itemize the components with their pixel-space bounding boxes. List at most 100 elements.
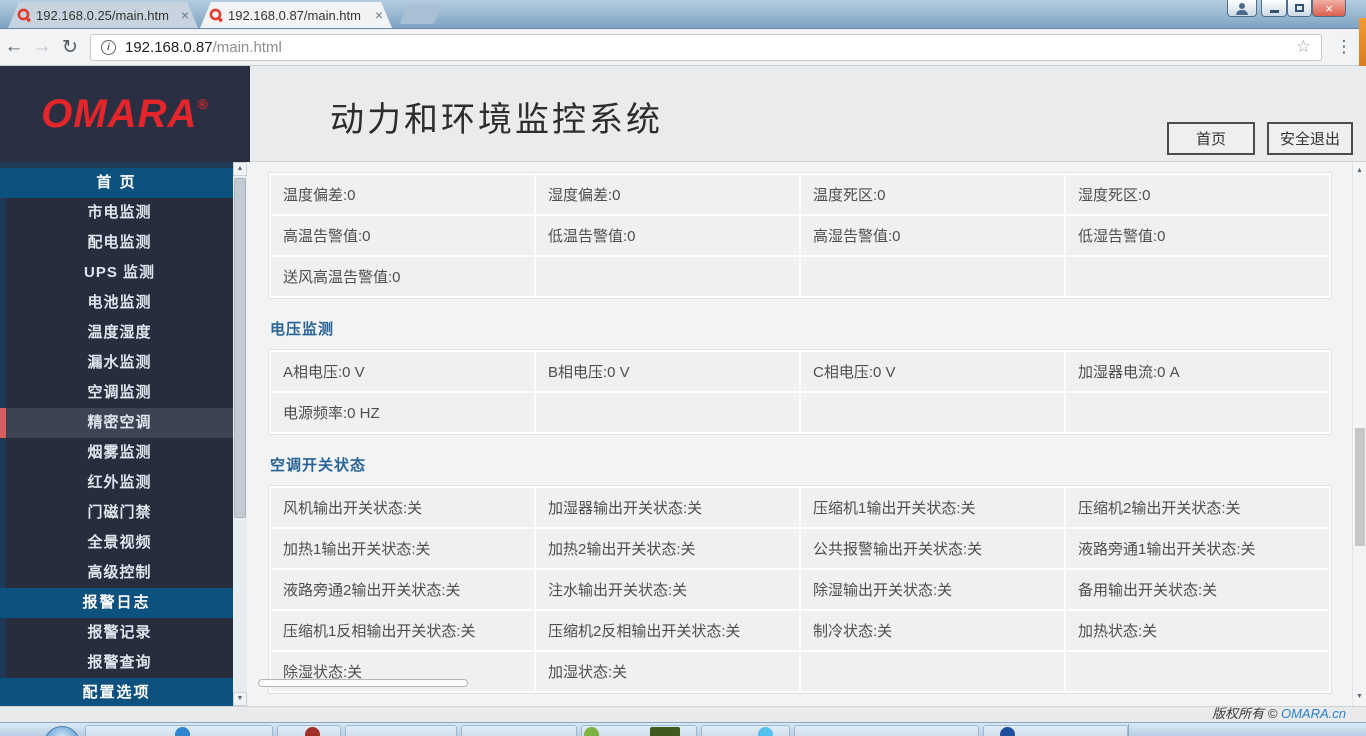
sidebar-scrollbar-thumb[interactable] — [234, 178, 246, 518]
sidebar-item-8[interactable]: 精密空调 — [6, 408, 233, 438]
minimize-button[interactable] — [1261, 0, 1287, 17]
sidebar-scrollbar[interactable]: ▲ ▼ — [233, 162, 247, 706]
sidebar-item-16[interactable]: 报警查询 — [6, 648, 233, 678]
maximize-icon — [1295, 4, 1304, 12]
table-cell: 压缩机2输出开关状态:关 — [1066, 488, 1329, 527]
footer: 版权所有 © OMARA.cn — [0, 706, 1366, 722]
sidebar-item-9[interactable]: 烟雾监测 — [6, 438, 233, 468]
scroll-down-icon[interactable]: ▼ — [233, 692, 247, 706]
table-cell — [801, 393, 1064, 432]
data-table-2: 风机输出开关状态:关加湿器输出开关状态:关压缩机1输出开关状态:关压缩机2输出开… — [268, 485, 1332, 694]
content-scrollbar-thumb[interactable] — [1355, 428, 1365, 546]
browser-tab-2-active[interactable]: 192.168.0.87/main.htm × — [200, 2, 392, 28]
table-cell: 湿度偏差:0 — [536, 175, 799, 214]
table-cell: 公共报警输出开关状态:关 — [801, 529, 1064, 568]
windows-taskbar — [0, 722, 1366, 736]
scroll-down-icon[interactable]: ▼ — [1353, 690, 1366, 704]
table-cell: 高湿告警值:0 — [801, 216, 1064, 255]
table-cell: 温度偏差:0 — [271, 175, 534, 214]
page-title: 动力和环境监控系统 — [330, 92, 663, 141]
sidebar-item-3[interactable]: UPS 监测 — [6, 258, 233, 288]
section-title-2: 空调开关状态 — [270, 454, 1332, 475]
table-cell: 加湿器电流:0 A — [1066, 352, 1329, 391]
browser-tab-1[interactable]: 192.168.0.25/main.htm × — [8, 2, 198, 28]
tab-close-icon[interactable]: × — [375, 8, 383, 22]
brand-link[interactable]: OMARA.cn — [1281, 706, 1346, 721]
scroll-up-icon[interactable]: ▲ — [233, 162, 247, 176]
profile-button[interactable] — [1227, 0, 1257, 17]
home-button[interactable]: 首页 — [1167, 122, 1255, 155]
sidebar-section-17[interactable]: 配置选项 — [0, 678, 233, 706]
address-bar[interactable]: i 192.168.0.87 /main.html ☆ — [90, 34, 1322, 61]
omara-favicon-icon — [209, 8, 224, 23]
start-button[interactable] — [44, 726, 80, 736]
taskbar-app-icon-dark-green[interactable] — [650, 727, 680, 736]
table-cell — [801, 652, 1064, 691]
url-path: /main.html — [213, 39, 282, 56]
back-button[interactable]: ← — [0, 36, 28, 58]
reload-button[interactable]: ↻ — [56, 36, 84, 59]
sidebar-item-12[interactable]: 全景视频 — [6, 528, 233, 558]
table-cell — [536, 393, 799, 432]
omara-logo: OMARA® — [41, 92, 208, 137]
site-info-icon[interactable]: i — [101, 40, 116, 55]
close-window-button[interactable]: × — [1312, 0, 1346, 17]
table-cell: A相电压:0 V — [271, 352, 534, 391]
sidebar-item-11[interactable]: 门磁门禁 — [6, 498, 233, 528]
omara-favicon-icon — [17, 8, 32, 23]
sidebar-item-4[interactable]: 电池监测 — [6, 288, 233, 318]
tab-title: 192.168.0.87/main.htm — [228, 8, 371, 23]
sidebar-item-10[interactable]: 红外监测 — [6, 468, 233, 498]
table-cell: 湿度死区:0 — [1066, 175, 1329, 214]
table-cell: 压缩机1反相输出开关状态:关 — [271, 611, 534, 650]
table-cell — [1066, 257, 1329, 296]
sidebar-nav: 首 页市电监测配电监测UPS 监测电池监测温度湿度漏水监测空调监测精密空调烟雾监… — [0, 162, 233, 706]
sidebar-item-15[interactable]: 报警记录 — [6, 618, 233, 648]
taskbar-app-icon-green[interactable] — [584, 727, 599, 736]
table-cell: 压缩机2反相输出开关状态:关 — [536, 611, 799, 650]
tab-title: 192.168.0.25/main.htm — [36, 8, 177, 23]
logo-block: OMARA® — [0, 66, 250, 162]
content-scrollbar[interactable]: ▲ ▼ — [1352, 162, 1366, 706]
taskbar-app-icon-light-blue[interactable] — [758, 727, 773, 736]
data-table-1: A相电压:0 VB相电压:0 VC相电压:0 V加湿器电流:0 A电源频率:0 … — [268, 349, 1332, 435]
sidebar-item-2[interactable]: 配电监测 — [6, 228, 233, 258]
sidebar-item-1[interactable]: 市电监测 — [6, 198, 233, 228]
registered-mark: ® — [197, 96, 208, 112]
browser-toolbar: ← → ↻ i 192.168.0.87 /main.html ☆ ⋮ — [0, 29, 1366, 66]
taskbar-app-button[interactable] — [345, 725, 457, 736]
taskbar-app-icon-navy[interactable] — [1000, 727, 1015, 736]
minimize-icon — [1270, 10, 1279, 13]
url-host: 192.168.0.87 — [125, 39, 213, 56]
new-tab-button[interactable] — [400, 5, 442, 24]
sidebar-item-5[interactable]: 温度湿度 — [6, 318, 233, 348]
sidebar-section-0[interactable]: 首 页 — [0, 168, 233, 198]
table-cell: 温度死区:0 — [801, 175, 1064, 214]
table-cell: B相电压:0 V — [536, 352, 799, 391]
taskbar-app-button[interactable] — [461, 725, 577, 736]
table-cell: 送风高温告警值:0 — [271, 257, 534, 296]
scroll-up-icon[interactable]: ▲ — [1353, 164, 1366, 178]
sidebar-section-14[interactable]: 报警日志 — [0, 588, 233, 618]
table-cell — [536, 257, 799, 296]
taskbar-app-button[interactable] — [701, 725, 790, 736]
horizontal-scrollbar[interactable] — [258, 679, 468, 687]
taskbar-app-button[interactable] — [794, 725, 979, 736]
sidebar-item-7[interactable]: 空调监测 — [6, 378, 233, 408]
table-cell: 制冷状态:关 — [801, 611, 1064, 650]
table-cell — [801, 257, 1064, 296]
table-cell — [1066, 393, 1329, 432]
sidebar-item-13[interactable]: 高级控制 — [6, 558, 233, 588]
tab-close-icon[interactable]: × — [181, 8, 189, 22]
table-cell: 加热1输出开关状态:关 — [271, 529, 534, 568]
table-cell: 加湿器输出开关状态:关 — [536, 488, 799, 527]
bookmark-star-icon[interactable]: ☆ — [1296, 37, 1311, 57]
taskbar-app-icon-blue[interactable] — [175, 727, 190, 736]
logout-button[interactable]: 安全退出 — [1267, 122, 1353, 155]
browser-menu-icon[interactable]: ⋮ — [1332, 37, 1356, 57]
taskbar-app-icon-dark-red[interactable] — [305, 727, 320, 736]
forward-button[interactable]: → — [28, 36, 56, 58]
data-table-0: 温度偏差:0湿度偏差:0温度死区:0湿度死区:0高温告警值:0低温告警值:0高湿… — [268, 172, 1332, 299]
sidebar-item-6[interactable]: 漏水监测 — [6, 348, 233, 378]
maximize-button[interactable] — [1287, 0, 1312, 17]
